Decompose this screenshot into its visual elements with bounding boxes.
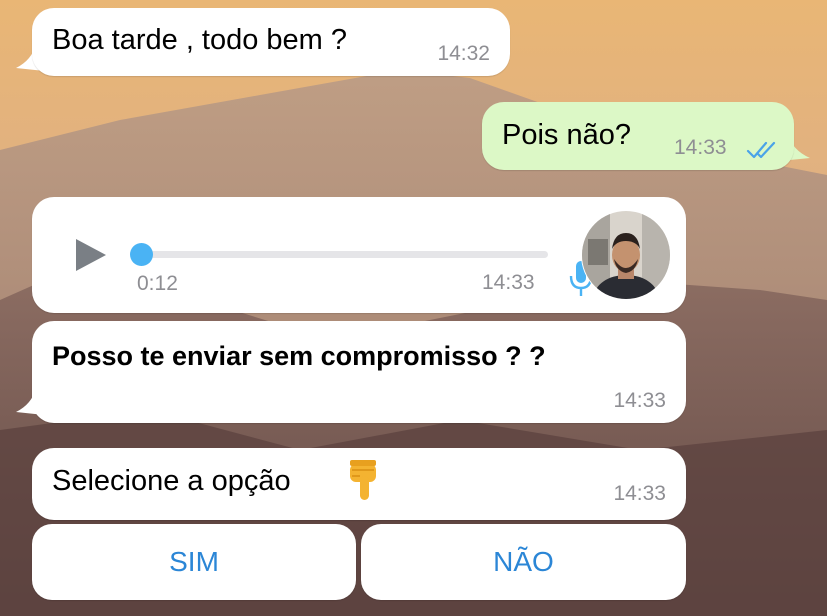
message-time: 14:33 <box>482 271 535 294</box>
message-time: 14:33 <box>613 389 666 412</box>
message-text: Selecione a opção <box>52 465 291 497</box>
bubble-tail <box>16 388 54 416</box>
voice-duration: 0:12 <box>137 272 178 295</box>
message-time: 14:32 <box>437 42 490 65</box>
message-bubble-incoming[interactable]: Boa tarde , todo bem ? 14:32 <box>32 8 510 76</box>
message-text: Posso te enviar sem compromisso ? ? <box>52 341 546 371</box>
pointing-down-hand-icon <box>350 460 376 500</box>
voice-message-bubble[interactable]: 0:12 14:33 <box>32 197 686 313</box>
quick-reply-button-sim[interactable]: SIM <box>32 524 356 600</box>
quick-reply-label: NÃO <box>493 546 554 577</box>
quick-reply-button-nao[interactable]: NÃO <box>361 524 686 600</box>
voice-progress-track[interactable] <box>136 251 548 258</box>
voice-progress-handle[interactable] <box>130 243 153 266</box>
message-bubble-incoming[interactable]: Posso te enviar sem compromisso ? ? 14:3… <box>32 321 686 423</box>
quick-reply-label: SIM <box>169 546 219 577</box>
avatar[interactable] <box>580 209 672 301</box>
message-text: Boa tarde , todo bem ? <box>52 24 348 56</box>
message-time: 14:33 <box>674 136 727 159</box>
message-time: 14:33 <box>613 482 666 505</box>
message-text: Pois não? <box>502 119 631 151</box>
message-bubble-outgoing[interactable]: Pois não? 14:33 <box>482 102 794 170</box>
message-bubble-incoming[interactable]: Selecione a opção 14:33 <box>32 448 686 520</box>
play-icon[interactable] <box>74 237 108 273</box>
double-check-read-icon <box>746 141 776 159</box>
